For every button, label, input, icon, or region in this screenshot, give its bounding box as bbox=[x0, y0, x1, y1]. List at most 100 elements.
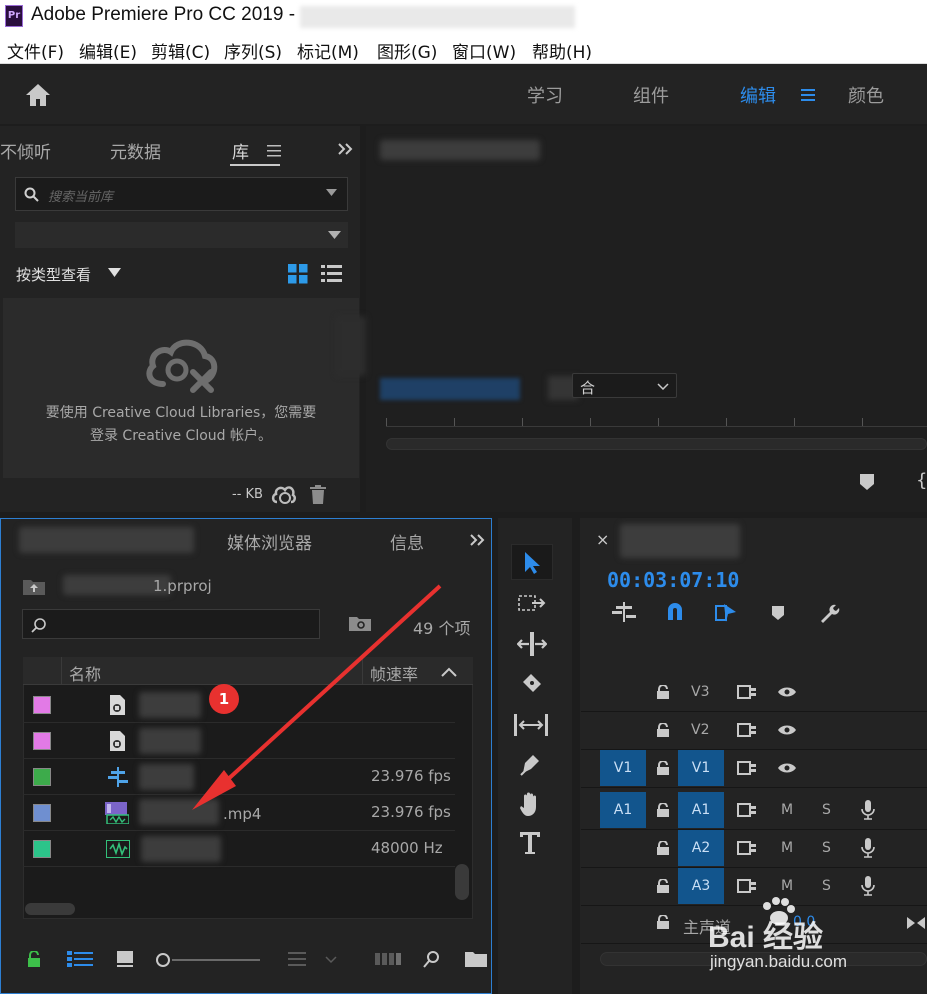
project-folder-up-icon[interactable] bbox=[23, 577, 45, 595]
library-select[interactable] bbox=[15, 222, 348, 248]
sync-lock-icon[interactable] bbox=[737, 879, 757, 893]
solo-track-button[interactable]: S bbox=[822, 878, 831, 894]
menu-edit[interactable]: 编辑(E) bbox=[79, 38, 137, 63]
label-color-swatch[interactable] bbox=[33, 768, 51, 786]
go-to-in-out-icon[interactable] bbox=[907, 917, 925, 929]
list-horizontal-scrollbar[interactable] bbox=[25, 903, 75, 915]
panel-menu-icon[interactable] bbox=[267, 145, 281, 157]
project-search-field[interactable] bbox=[22, 609, 320, 639]
toggle-output-eye-icon[interactable] bbox=[777, 724, 797, 736]
hand-tool[interactable] bbox=[511, 786, 553, 822]
sync-lock-icon[interactable] bbox=[737, 803, 757, 817]
workspace-color[interactable]: 颜色 bbox=[848, 82, 884, 108]
sync-lock-icon[interactable] bbox=[737, 761, 757, 775]
workspace-assembly[interactable]: 组件 bbox=[633, 82, 669, 108]
lock-icon[interactable] bbox=[657, 879, 669, 893]
voice-over-mic-icon[interactable] bbox=[861, 876, 875, 896]
cloud-sync-icon[interactable] bbox=[271, 484, 297, 506]
fit-zoom-select[interactable]: 合 bbox=[572, 373, 677, 398]
menu-window[interactable]: 窗口(W) bbox=[452, 38, 516, 63]
menu-clip[interactable]: 剪辑(C) bbox=[151, 38, 210, 63]
view-by-dropdown-icon[interactable] bbox=[108, 268, 121, 277]
list-vertical-scrollbar[interactable] bbox=[455, 864, 469, 900]
solo-track-button[interactable]: S bbox=[822, 802, 831, 818]
list-view-icon[interactable] bbox=[67, 951, 93, 967]
sync-lock-icon[interactable] bbox=[737, 723, 757, 737]
add-marker-icon[interactable] bbox=[772, 606, 784, 620]
track-target-A3[interactable]: A3 bbox=[678, 868, 724, 904]
overflow-chevrons-icon[interactable] bbox=[469, 533, 485, 547]
monitor-scrollbar[interactable] bbox=[386, 438, 927, 450]
tab-media-browser[interactable]: 媒体浏览器 bbox=[227, 529, 312, 554]
workspace-menu-icon[interactable] bbox=[801, 88, 815, 102]
mute-track-button[interactable]: M bbox=[781, 840, 793, 856]
track-label[interactable]: V3 bbox=[691, 684, 709, 700]
automate-to-sequence-icon[interactable] bbox=[375, 953, 401, 965]
lock-icon[interactable] bbox=[657, 915, 669, 929]
menu-help[interactable]: 帮助(H) bbox=[532, 38, 592, 63]
sync-lock-icon[interactable] bbox=[737, 841, 757, 855]
toggle-output-eye-icon[interactable] bbox=[777, 686, 797, 698]
tab-libraries[interactable]: 库 bbox=[232, 138, 249, 163]
zoom-slider[interactable] bbox=[156, 952, 260, 968]
toggle-output-eye-icon[interactable] bbox=[777, 762, 797, 774]
solo-track-button[interactable]: S bbox=[822, 840, 831, 856]
source-patch-A1[interactable]: A1 bbox=[600, 792, 646, 828]
column-name[interactable]: 名称 bbox=[69, 661, 101, 685]
find-in-folder-icon[interactable] bbox=[349, 615, 371, 633]
mute-track-button[interactable]: M bbox=[781, 878, 793, 894]
list-view-icon[interactable] bbox=[321, 264, 342, 284]
trash-icon[interactable] bbox=[310, 485, 326, 504]
icon-view-icon[interactable] bbox=[117, 951, 133, 967]
insert-overwrite-nest-icon[interactable] bbox=[612, 602, 636, 622]
sort-ascending-icon[interactable] bbox=[441, 667, 457, 677]
track-select-tool[interactable] bbox=[511, 586, 553, 622]
grid-view-icon[interactable] bbox=[288, 264, 308, 284]
library-search-field[interactable]: 搜索当前库 bbox=[15, 177, 348, 211]
sync-lock-icon[interactable] bbox=[737, 685, 757, 699]
lock-icon[interactable] bbox=[657, 685, 669, 699]
menu-file[interactable]: 文件(F) bbox=[7, 38, 64, 63]
home-icon[interactable] bbox=[24, 82, 52, 108]
add-marker-icon[interactable] bbox=[860, 474, 874, 490]
mark-in-icon[interactable]: { bbox=[916, 470, 927, 491]
chevron-down-icon[interactable] bbox=[326, 189, 337, 197]
lock-icon[interactable] bbox=[657, 723, 669, 737]
ripple-edit-tool[interactable] bbox=[511, 626, 553, 662]
project-item-row[interactable]: 48000 Hz bbox=[23, 831, 455, 867]
menu-graphics[interactable]: 图形(G) bbox=[377, 38, 437, 63]
label-color-swatch[interactable] bbox=[33, 696, 51, 714]
time-ruler[interactable] bbox=[386, 418, 927, 432]
find-icon[interactable] bbox=[423, 950, 441, 968]
workspace-editing[interactable]: 编辑 bbox=[740, 82, 776, 108]
lock-icon[interactable] bbox=[657, 803, 669, 817]
wrench-icon[interactable] bbox=[818, 602, 840, 624]
voice-over-mic-icon[interactable] bbox=[861, 838, 875, 858]
pen-tool[interactable] bbox=[511, 746, 553, 782]
label-color-swatch[interactable] bbox=[33, 804, 51, 822]
lock-icon[interactable] bbox=[27, 951, 41, 967]
lock-icon[interactable] bbox=[657, 761, 669, 775]
overflow-chevrons-icon[interactable] bbox=[337, 142, 353, 156]
timeline-timecode[interactable]: 00:03:07:10 bbox=[607, 568, 739, 592]
track-target-V1[interactable]: V1 bbox=[678, 750, 724, 786]
snap-magnet-icon[interactable] bbox=[666, 602, 684, 622]
type-tool[interactable] bbox=[511, 826, 553, 862]
project-item-row[interactable]: .mp4 23.976 fps bbox=[23, 795, 455, 831]
workspace-learn[interactable]: 学习 bbox=[527, 82, 563, 108]
track-target-A1[interactable]: A1 bbox=[678, 792, 724, 828]
selection-tool[interactable] bbox=[511, 544, 553, 580]
menu-marker[interactable]: 标记(M) bbox=[297, 38, 359, 63]
project-item-row[interactable] bbox=[23, 723, 455, 759]
project-item-row[interactable] bbox=[23, 687, 455, 723]
track-label[interactable]: V2 bbox=[691, 722, 709, 738]
label-color-swatch[interactable] bbox=[33, 732, 51, 750]
close-sequence-icon[interactable]: × bbox=[596, 530, 609, 549]
track-target-A2[interactable]: A2 bbox=[678, 830, 724, 866]
menu-sequence[interactable]: 序列(S) bbox=[224, 38, 282, 63]
column-frame-rate[interactable]: 帧速率 bbox=[370, 661, 418, 685]
razor-tool[interactable] bbox=[511, 666, 553, 702]
view-by-type-label[interactable]: 按类型查看 bbox=[16, 264, 91, 285]
linked-selection-icon[interactable] bbox=[714, 602, 738, 624]
tab-info[interactable]: 信息 bbox=[390, 529, 424, 554]
